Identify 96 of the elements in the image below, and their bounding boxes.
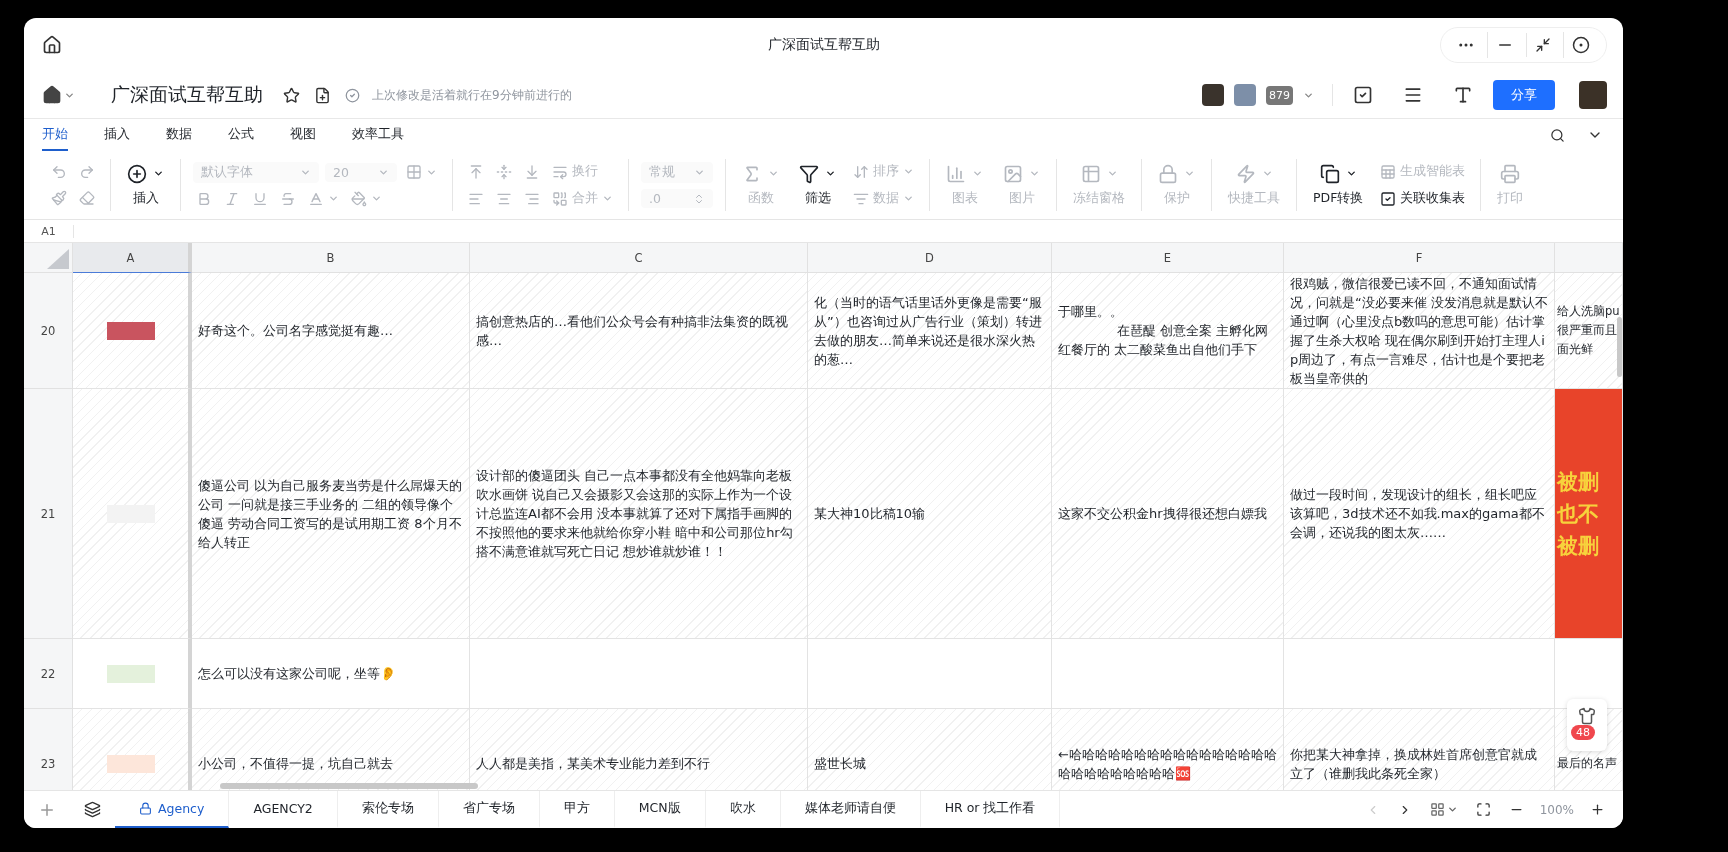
table-cell: 设计部的傻逼团头 自己一点本事都没有全他妈靠向老板吹水画饼 说自己又会摄影又会这那的实际上作为一个设计总监连AI都不会用 没本事就算了还对下属指手画脚的不按照他的要求来他就给你穿小鞋 暗中和公司那位hr勾搭不满意谁就写死亡日记 想炒谁就炒谁！！ (470, 389, 808, 639)
table-cell: 化（当时的语气话里话外更像是需要“服从”）也咨询过从广告行业（策划）转进去做的朋友…简单来说还是很水深火热的葱… (808, 273, 1052, 389)
table-icon (1380, 163, 1397, 180)
lock-icon (1158, 163, 1178, 184)
italic-icon (224, 190, 240, 207)
floating-panel[interactable]: 48 (1567, 699, 1607, 751)
align-top-icon (468, 163, 484, 180)
column-header[interactable]: A (73, 243, 192, 273)
table-cell: 小公司，不值得一提，坑自己就去 (192, 709, 470, 790)
menu-tab[interactable]: 插入 (104, 119, 130, 151)
toolbar-button[interactable]: 筛选 (795, 163, 840, 207)
sheet-tab[interactable]: MCN版 (614, 791, 706, 828)
triangle-icon (47, 249, 69, 269)
bar-chart-icon (946, 163, 966, 184)
table-cell: 傻逼公司 以为自己服务麦当劳是什么屌爆天的公司 一问就是接三手业务的 二组的领导像个傻逼 劳动合同工资写的是试用期工资 8个月不给人转正 (192, 389, 470, 639)
cell-text: 很严重而且 (1557, 322, 1618, 339)
table-cell: 这家不交公积金hr拽得很还想白嫖我 (1052, 389, 1284, 639)
lightning-icon (1235, 163, 1256, 184)
eraser-icon (79, 190, 95, 206)
shirt-icon (1578, 707, 1596, 725)
vertical-scrollbar[interactable] (1617, 317, 1622, 377)
table-cell: 搞创意热店的…看他们公众号会有种搞非法集资的既视感… (470, 273, 808, 389)
sheet-tab[interactable]: 索伦专场 (337, 791, 439, 828)
sheet-tab[interactable]: 媒体老师请自便 (780, 791, 921, 828)
horizontal-scrollbar[interactable] (220, 783, 478, 789)
table-cell: 很鸡贼，微信很爱已读不回，不通知面试情况，问就是“没必要来催 没发消息就是默认不通过啊（心里没点b数吗的意思可能）估计掌握了生杀大权哈 现在偶尔刷到开始打主理人ip周边了，有点一言难尽，估计也是个要把老板当皇帝供的 (1284, 273, 1555, 389)
borders-icon (406, 164, 422, 180)
stepper-icon (693, 192, 705, 205)
align-middle-icon (496, 163, 512, 180)
strikethrough-icon (280, 190, 296, 207)
underline-icon (252, 190, 268, 207)
sheet-tab[interactable]: 吹水 (705, 791, 781, 828)
zoom-level: 100% (1539, 802, 1574, 817)
collaborator-count[interactable]: 879 (1266, 85, 1293, 105)
avatar (1202, 84, 1224, 106)
menu-tab[interactable]: 效率工具 (352, 119, 404, 151)
row-number[interactable]: 21 (24, 389, 73, 639)
grid-icon (1080, 163, 1101, 184)
cell-text: 面光鲜 (1557, 341, 1594, 358)
menu-tab[interactable]: 数据 (166, 119, 192, 151)
cell-text: 也不 (1557, 500, 1600, 528)
redo-icon (79, 164, 95, 180)
table-cell: 人人都是美指，某美术专业能力差到不行 (470, 709, 808, 790)
row-number[interactable]: 20 (24, 273, 73, 389)
window-title: 广深面试互帮互助 (767, 36, 880, 54)
undo-icon (51, 164, 67, 180)
align-bottom-icon (524, 163, 540, 180)
menu-tab[interactable]: 开始 (42, 119, 68, 151)
table-cell: 盛世长城 (808, 709, 1052, 790)
cell-text: 最后的名声 (1557, 755, 1618, 772)
last-edit-text: 上次修改是活着就行在9分钟前进行的 (372, 86, 572, 104)
row-number[interactable]: 23 (24, 709, 73, 790)
count-badge: 48 (1571, 725, 1595, 740)
toolbar-button[interactable]: 插入 (123, 163, 168, 207)
table-cell: 怎么可以没有这家公司呢，坐等👂 (192, 639, 470, 709)
sheet-tab[interactable]: 省广专场 (438, 791, 540, 828)
sheet-tab[interactable]: 甲方 (539, 791, 615, 828)
cell-text: 在琶醍 创意全案 主孵化网红餐厅的 太二酸菜鱼出自他们手下 (1058, 322, 1269, 359)
merge-icon (552, 190, 568, 207)
share-button[interactable]: 分享 (1493, 80, 1555, 110)
table-cell: 做过一段时间，发现设计的组长，组长吧应该算吧，3d技术还不如我.max的gama都不会调，还说我的图太灰…… (1284, 389, 1555, 639)
bold-icon (196, 190, 212, 207)
grid-icon (1429, 802, 1445, 817)
home-icon (42, 85, 62, 105)
filter-icon (799, 163, 819, 184)
table-cell: 你把某大神拿掉，换成林姓首席创意官就成立了（谁删我此条死全家） (1284, 709, 1555, 790)
menu-tab[interactable]: 公式 (228, 119, 254, 151)
sort-icon (853, 163, 869, 180)
cell-text: 被删 (1557, 532, 1600, 560)
table-cell: 好奇这个。公司名字感觉挺有趣… (192, 273, 470, 389)
plus-circle-icon (127, 163, 147, 184)
menu-tab[interactable]: 视图 (290, 119, 316, 151)
table-cell: 某大神10比稿10输 (808, 389, 1052, 639)
sheet-tab[interactable]: Agency (115, 791, 230, 828)
cell-text: 于哪里。。 (1058, 303, 1124, 321)
sheet-tab[interactable]: AGENCY2 (229, 791, 338, 828)
copy-icon (1319, 163, 1340, 184)
printer-icon (1500, 163, 1521, 184)
image-icon (1003, 163, 1023, 184)
fill-color-icon (351, 190, 367, 207)
font-color-icon (308, 190, 324, 207)
format-painter-icon (51, 190, 67, 206)
cell-text: 被删 (1557, 468, 1600, 496)
toolbar-button[interactable]: PDF转换 (1309, 163, 1368, 207)
row-number[interactable]: 22 (24, 639, 73, 709)
table-cell: ←哈哈哈哈哈哈哈哈哈哈哈哈哈哈哈哈哈哈哈哈哈哈哈哈哈🆘 (1052, 709, 1284, 790)
caret-icon (694, 167, 705, 178)
user-avatar[interactable] (1579, 81, 1607, 109)
checkbox-icon (1380, 190, 1397, 207)
sheet-tab[interactable]: HR or 找工作看 (920, 791, 1061, 828)
cell-text: 给人洗脑pu (1557, 303, 1620, 320)
toolbar-button[interactable]: 关联收集表 (1377, 188, 1469, 209)
avatar (1234, 84, 1256, 106)
cell-reference[interactable]: A1 (24, 224, 74, 238)
document-title: 广深面试互帮互助 (111, 82, 263, 107)
caret-icon (1446, 804, 1458, 815)
